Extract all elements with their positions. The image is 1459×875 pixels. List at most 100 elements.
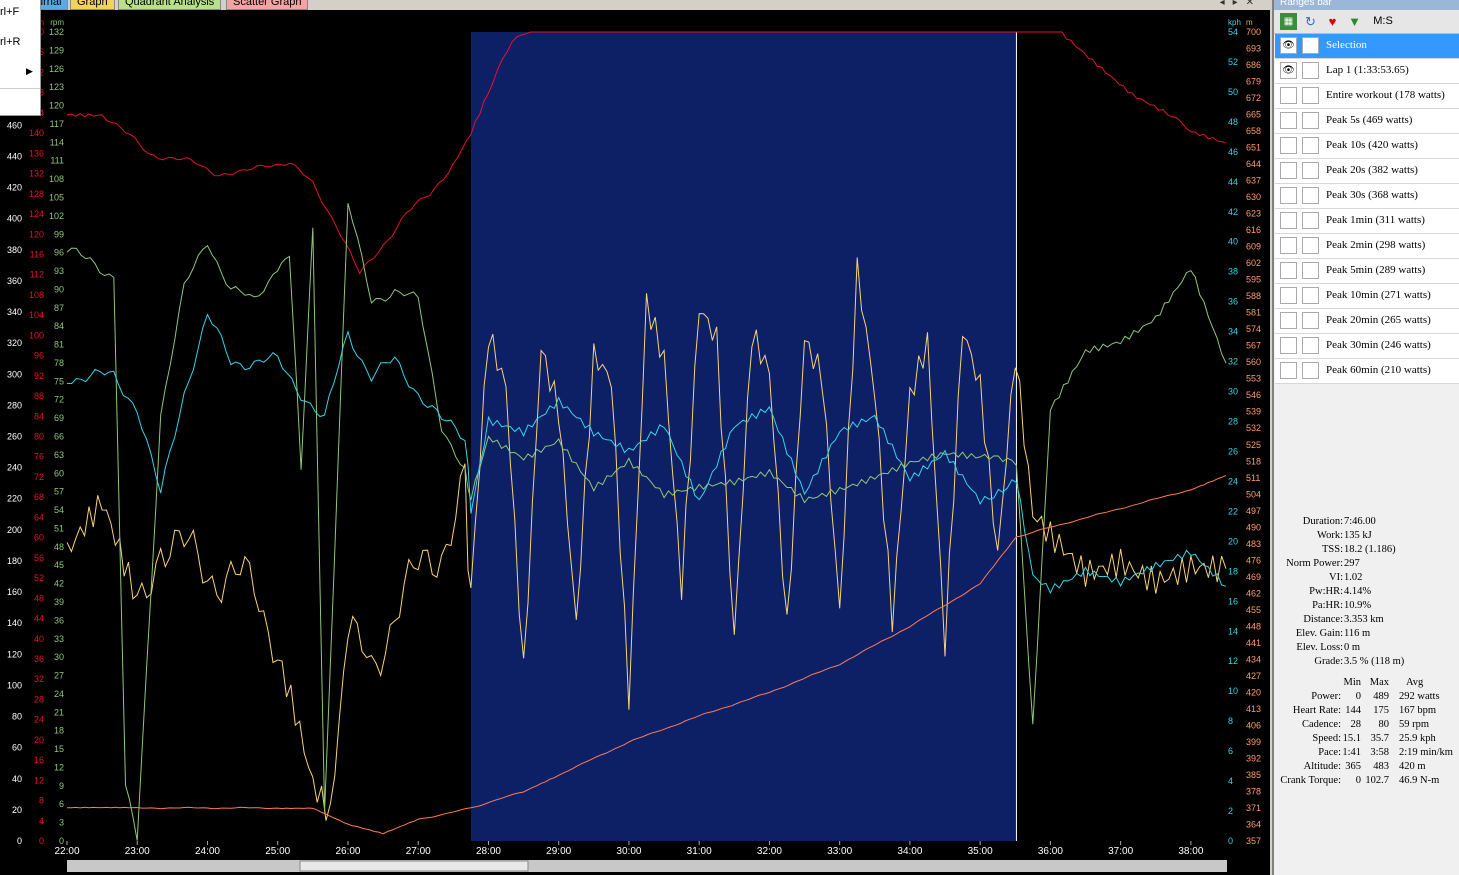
- range-checkbox[interactable]: [1302, 87, 1319, 104]
- heart-icon[interactable]: ♥: [1324, 13, 1341, 30]
- stat-row: Elev. Loss: 0 m: [1274, 641, 1459, 655]
- visibility-checkbox[interactable]: [1280, 212, 1297, 229]
- axis-tick-label: 609: [1246, 242, 1261, 252]
- visibility-checkbox[interactable]: [1280, 137, 1297, 154]
- header-avg: Avg: [1406, 677, 1424, 688]
- selection-range[interactable]: [470, 32, 1017, 841]
- axis-tick-label: 4: [39, 816, 44, 826]
- range-item[interactable]: Peak 5min (289 watts): [1275, 259, 1459, 284]
- mode-toggle[interactable]: M:S: [1368, 13, 1398, 30]
- context-menu: rl+F rl+R ▶: [0, 0, 41, 116]
- stat-value: 18.2 (1.186): [1344, 544, 1396, 555]
- axis-tick-label: 60: [12, 743, 22, 753]
- eye-icon[interactable]: 👁: [1280, 37, 1297, 54]
- refresh-icon[interactable]: ↻: [1302, 13, 1319, 30]
- range-item[interactable]: Entire workout (178 watts): [1275, 84, 1459, 109]
- minmax-max: 3:58: [1370, 747, 1389, 758]
- tab-graph[interactable]: Graph: [70, 0, 115, 10]
- range-item[interactable]: Peak 20min (265 watts): [1275, 309, 1459, 334]
- horizontal-scrollbar[interactable]: [67, 860, 1227, 872]
- x-tick-label: 34:00: [897, 846, 922, 857]
- range-checkbox[interactable]: [1302, 362, 1319, 379]
- range-checkbox[interactable]: [1302, 312, 1319, 329]
- axis-tick-label: 602: [1246, 258, 1261, 268]
- axis-tick-label: 40: [34, 634, 44, 644]
- range-checkbox[interactable]: [1302, 162, 1319, 179]
- range-checkbox[interactable]: [1302, 62, 1319, 79]
- visibility-checkbox[interactable]: [1280, 362, 1297, 379]
- window-controls[interactable]: ◂▸✕: [1220, 0, 1262, 8]
- visibility-checkbox[interactable]: [1280, 287, 1297, 304]
- scrollbar-thumb[interactable]: [299, 860, 529, 872]
- range-item[interactable]: Peak 5s (469 watts): [1275, 109, 1459, 134]
- range-checkbox[interactable]: [1302, 187, 1319, 204]
- minmax-max: 102.7: [1365, 775, 1389, 786]
- workout-graph[interactable]: 0204060801001201401601802002202402602803…: [0, 10, 1270, 875]
- peak-icon[interactable]: ▼: [1346, 13, 1363, 30]
- axis-tick-label: 54: [54, 505, 64, 515]
- range-item[interactable]: 👁 Selection: [1275, 34, 1459, 59]
- chart-icon[interactable]: ▦: [1280, 13, 1297, 30]
- axis-tick-label: 9: [59, 781, 64, 791]
- menu-item-range[interactable]: rl+R: [0, 36, 20, 48]
- visibility-checkbox[interactable]: [1280, 237, 1297, 254]
- range-item[interactable]: Peak 60min (210 watts): [1275, 359, 1459, 384]
- ranges-toolbar: ▦ ↻ ♥ ▼ M:S: [1274, 10, 1459, 34]
- axis-tick-label: 160: [7, 587, 22, 597]
- range-item-label: Peak 10min (271 watts): [1326, 289, 1431, 301]
- axis-tick-label: 644: [1246, 159, 1261, 169]
- axis-tick-label: 12: [1228, 656, 1238, 666]
- axis-tick-label: 28: [34, 694, 44, 704]
- eye-icon[interactable]: 👁: [1280, 62, 1297, 79]
- range-checkbox[interactable]: [1302, 237, 1319, 254]
- range-item-label: Lap 1 (1:33:53.65): [1326, 64, 1409, 76]
- tab-scatter-graph[interactable]: Scatter Graph: [226, 0, 309, 10]
- range-checkbox[interactable]: [1302, 112, 1319, 129]
- stat-label: Elev. Loss:: [1296, 642, 1343, 653]
- stat-value: 1.02: [1344, 572, 1363, 583]
- range-checkbox[interactable]: [1302, 262, 1319, 279]
- stat-row: VI: 1.02: [1274, 571, 1459, 585]
- range-item[interactable]: Peak 10min (271 watts): [1275, 284, 1459, 309]
- range-checkbox[interactable]: [1302, 287, 1319, 304]
- axis-tick-label: 651: [1246, 143, 1261, 153]
- visibility-checkbox[interactable]: [1280, 162, 1297, 179]
- submenu-arrow-icon[interactable]: ▶: [26, 66, 33, 77]
- axis-tick-label: 112: [30, 270, 44, 280]
- visibility-checkbox[interactable]: [1280, 87, 1297, 104]
- range-item[interactable]: Peak 30s (368 watts): [1275, 184, 1459, 209]
- range-item[interactable]: Peak 2min (298 watts): [1275, 234, 1459, 259]
- axis-tick-label: 100: [29, 330, 44, 340]
- range-item[interactable]: Peak 30min (246 watts): [1275, 334, 1459, 359]
- range-item[interactable]: Peak 20s (382 watts): [1275, 159, 1459, 184]
- range-item[interactable]: Peak 10s (420 watts): [1275, 134, 1459, 159]
- axis-tick-label: 0: [1228, 836, 1233, 846]
- axis-tick-label: 36: [1228, 297, 1238, 307]
- axis-tick-label: 84: [54, 321, 64, 331]
- axis-tick-label: 105: [49, 192, 64, 202]
- visibility-checkbox[interactable]: [1280, 312, 1297, 329]
- visibility-checkbox[interactable]: [1280, 112, 1297, 129]
- range-checkbox[interactable]: [1302, 212, 1319, 229]
- axis-tick-label: 300: [7, 369, 22, 379]
- range-item[interactable]: Peak 1min (311 watts): [1275, 209, 1459, 234]
- axis-tick-label: 406: [1246, 720, 1261, 730]
- header-max: Max: [1369, 677, 1389, 688]
- menu-item-find[interactable]: rl+F: [0, 6, 19, 18]
- stat-label: Norm Power:: [1286, 558, 1343, 569]
- range-checkbox[interactable]: [1302, 337, 1319, 354]
- app-window: urnal Graph Quadrant Analysis Scatter Gr…: [0, 0, 1459, 875]
- range-checkbox[interactable]: [1302, 137, 1319, 154]
- axis-tick-label: 68: [34, 492, 44, 502]
- visibility-checkbox[interactable]: [1280, 187, 1297, 204]
- range-checkbox[interactable]: [1302, 37, 1319, 54]
- axis-unit-label: kph: [1228, 18, 1241, 27]
- stat-value: 116 m: [1344, 628, 1371, 639]
- visibility-checkbox[interactable]: [1280, 337, 1297, 354]
- axis-tick-label: 90: [54, 284, 64, 294]
- tab-quadrant-analysis[interactable]: Quadrant Analysis: [118, 0, 222, 10]
- axis-tick-label: 18: [54, 726, 64, 736]
- visibility-checkbox[interactable]: [1280, 262, 1297, 279]
- range-item[interactable]: 👁 Lap 1 (1:33:53.65): [1275, 59, 1459, 84]
- axis-tick-label: 658: [1246, 126, 1261, 136]
